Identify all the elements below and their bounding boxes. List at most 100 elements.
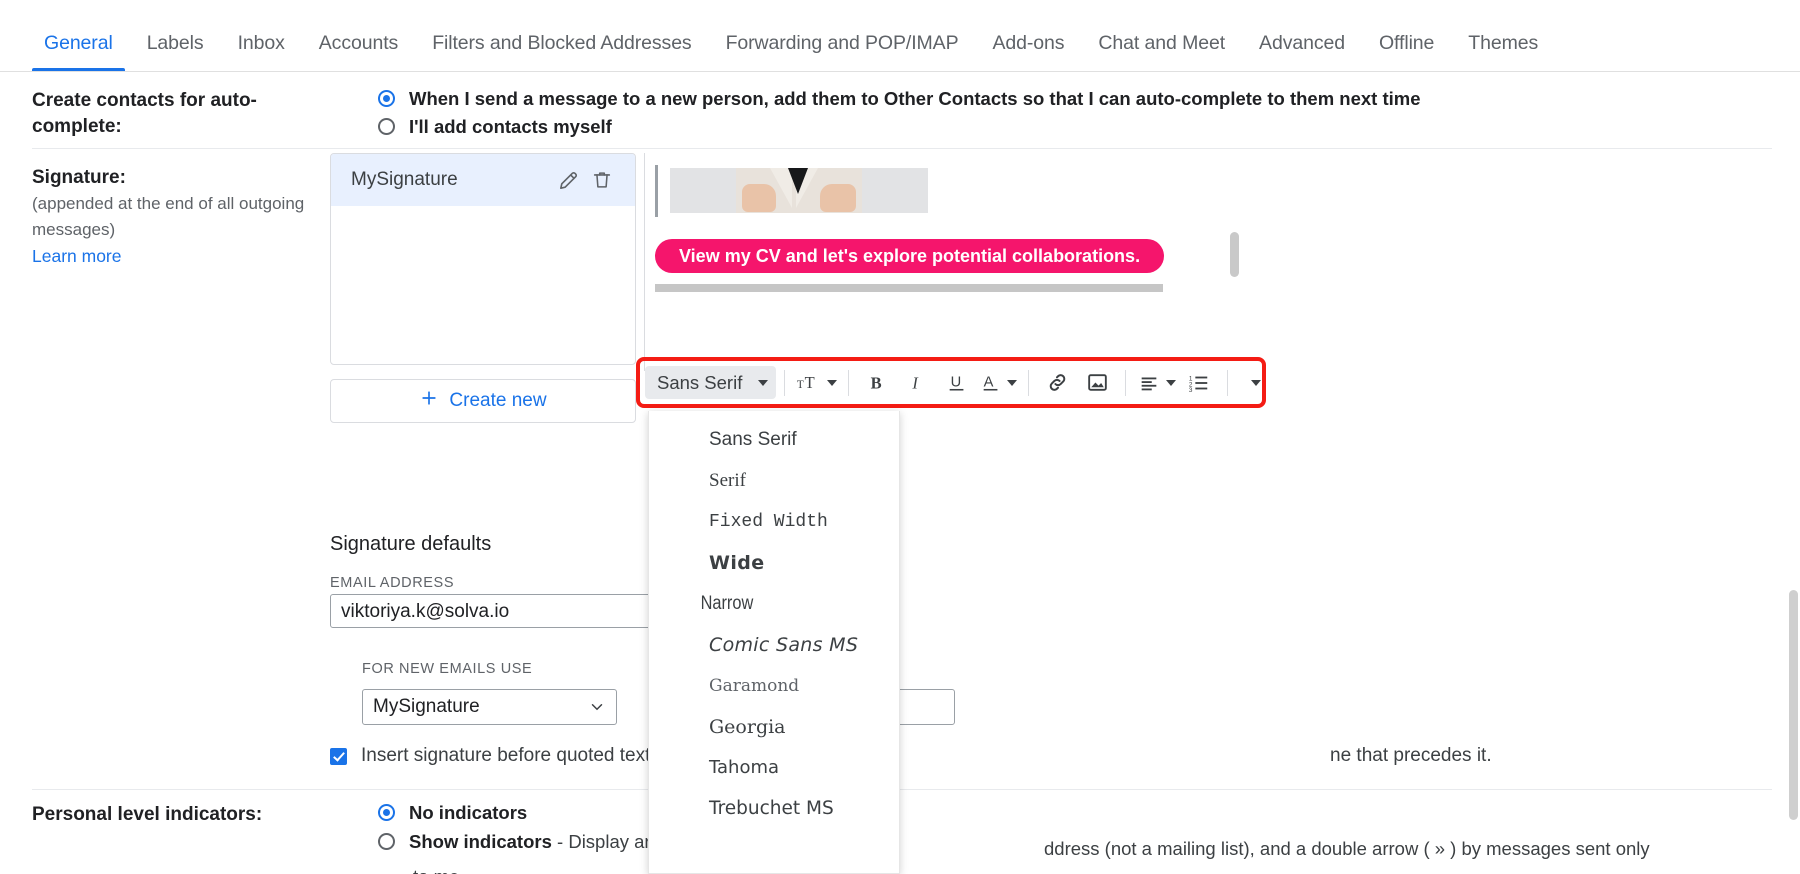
font-menu-item-narrow[interactable]: Narrow (649, 583, 864, 624)
svg-text:A: A (984, 374, 994, 390)
divider-before-personal-level (32, 789, 1772, 790)
tab-labels[interactable]: Labels (135, 32, 216, 71)
for-new-emails-value: MySignature (373, 696, 480, 717)
tab-add-ons[interactable]: Add-ons (980, 32, 1076, 71)
create-contacts-label-block: Create contacts for auto- complete: (32, 88, 322, 140)
font-family-dropdown[interactable]: Sans Serif (645, 366, 777, 399)
create-contacts-label-line2: complete: (32, 116, 122, 137)
gmail-settings-general-page: General Labels Inbox Accounts Filters an… (0, 0, 1800, 874)
signature-label: Signature: (32, 167, 126, 188)
text-color-button[interactable]: A (977, 366, 1020, 400)
radio-show-indicators-icon[interactable] (378, 833, 395, 850)
svg-text:I: I (912, 373, 920, 392)
toolbar-separator-2 (848, 369, 850, 396)
trash-icon[interactable] (585, 163, 619, 197)
signature-learn-more-link[interactable]: Learn more (32, 243, 332, 269)
radio-auto-add-icon[interactable] (378, 90, 395, 107)
underline-button[interactable]: U (937, 366, 977, 400)
font-menu-item-wide[interactable]: Wide (649, 542, 899, 583)
font-menu-item-georgia[interactable]: Georgia (649, 706, 899, 747)
insert-link-button[interactable] (1037, 366, 1077, 400)
insert-signature-checkbox[interactable] (330, 747, 347, 765)
radio-no-indicators-label: No indicators (409, 802, 528, 823)
font-menu-item-garamond[interactable]: Garamond (649, 665, 899, 706)
quote-bar (655, 165, 658, 217)
chevron-down-icon (758, 379, 769, 386)
signature-photo (670, 168, 928, 213)
font-family-value: Sans Serif (657, 371, 743, 393)
font-menu-item-fixed-width[interactable]: Fixed Width (649, 501, 899, 542)
tab-filters-and-blocked-addresses[interactable]: Filters and Blocked Addresses (420, 32, 703, 71)
for-new-emails-label: FOR NEW EMAILS USE (362, 661, 533, 677)
font-size-chevron-down-icon (827, 379, 838, 386)
for-new-emails-chevron-down-icon (591, 704, 603, 711)
svg-text:B: B (871, 373, 882, 392)
insert-signature-before-quoted-row[interactable]: Insert signature before quoted text i ne… (330, 745, 1730, 767)
signature-list-item-name: MySignature (351, 169, 458, 190)
align-chevron-down-icon (1166, 379, 1177, 386)
page-scrollbar-thumb[interactable] (1789, 590, 1798, 820)
font-size-button[interactable]: T T (793, 366, 840, 400)
tab-chat-and-meet[interactable]: Chat and Meet (1086, 32, 1237, 71)
radio-add-myself-icon[interactable] (378, 118, 395, 135)
font-family-menu: Sans Serif Serif Fixed Width Wide Narrow… (648, 411, 900, 874)
show-indicators-line2: to me (413, 866, 459, 874)
show-indicators-rest-right: ddress (not a mailing list), and a doubl… (1044, 838, 1650, 859)
tab-offline[interactable]: Offline (1367, 32, 1446, 71)
list-button[interactable]: 1 2 3 (1179, 366, 1219, 400)
tab-accounts[interactable]: Accounts (307, 32, 410, 71)
signature-sub-line2: messages) (32, 220, 116, 239)
font-menu-item-trebuchet-ms[interactable]: Trebuchet MS (649, 788, 899, 829)
signature-list-item[interactable]: MySignature (331, 154, 635, 206)
insert-signature-label-part1: Insert signature before quoted text i (361, 745, 660, 766)
bold-button[interactable]: B (857, 366, 897, 400)
insert-image-button[interactable] (1077, 366, 1117, 400)
editor-left-border (644, 153, 645, 371)
toolbar-separator-5 (1227, 369, 1229, 396)
svg-text:3: 3 (1189, 387, 1193, 394)
email-address-field[interactable]: viktoriya.k@solva.io (330, 594, 698, 628)
align-button[interactable] (1134, 366, 1179, 400)
font-menu-item-tahoma[interactable]: Tahoma (649, 747, 899, 788)
email-address-label: EMAIL ADDRESS (330, 575, 455, 591)
toolbar-separator-3 (1028, 369, 1030, 396)
tab-inbox[interactable]: Inbox (226, 32, 297, 71)
signature-sub-line1: (appended at the end of all outgoing (32, 194, 305, 213)
tab-general[interactable]: General (32, 32, 125, 71)
more-options-button[interactable] (1236, 366, 1276, 400)
font-menu-item-sans-serif[interactable]: Sans Serif (649, 419, 899, 460)
svg-text:T: T (805, 373, 815, 392)
radio-option-auto-add[interactable]: When I send a message to a new person, a… (378, 88, 1778, 110)
settings-tab-bar: General Labels Inbox Accounts Filters an… (0, 0, 1800, 72)
signature-defaults-title: Signature defaults (330, 533, 492, 555)
page-scrollbar[interactable] (1786, 0, 1800, 874)
radio-add-myself-label: I'll add contacts myself (409, 116, 612, 137)
create-contacts-options: When I send a message to a new person, a… (378, 88, 1778, 138)
radio-no-indicators-icon[interactable] (378, 804, 395, 821)
font-menu-item-serif[interactable]: Serif (649, 460, 899, 501)
create-contacts-label-line1: Create contacts for auto- (32, 90, 257, 111)
radio-option-add-myself[interactable]: I'll add contacts myself (378, 116, 1778, 138)
font-menu-item-comic-sans-ms[interactable]: Comic Sans MS (649, 624, 899, 665)
for-new-emails-select[interactable]: MySignature (362, 689, 617, 725)
insert-signature-label-part2: ne that precedes it. (1330, 745, 1492, 766)
personal-level-indicators-label: Personal level indicators: (32, 804, 263, 825)
tab-forwarding-and-pop-imap[interactable]: Forwarding and POP/IMAP (714, 32, 971, 71)
radio-auto-add-label: When I send a message to a new person, a… (409, 88, 1421, 109)
create-new-signature-button[interactable]: Create new (330, 379, 636, 423)
toolbar-separator-1 (784, 369, 786, 396)
radio-option-no-indicators[interactable]: No indicators (378, 802, 1778, 824)
signature-list-card: MySignature (330, 153, 636, 365)
create-new-label: Create new (449, 390, 547, 411)
toolbar-separator-4 (1125, 369, 1127, 396)
pencil-icon[interactable] (551, 163, 585, 197)
signature-editor-scrollbar[interactable] (1230, 232, 1239, 277)
more-chevron-down-icon (1251, 379, 1262, 386)
tab-advanced[interactable]: Advanced (1247, 32, 1357, 71)
svg-text:U: U (951, 374, 962, 390)
plus-icon (419, 388, 439, 414)
signature-format-toolbar: Sans Serif T T B I U A 1 2 3 (645, 362, 1276, 403)
italic-button[interactable]: I (897, 366, 937, 400)
tab-themes[interactable]: Themes (1456, 32, 1550, 71)
view-cv-button[interactable]: View my CV and let's explore potential c… (655, 239, 1165, 273)
